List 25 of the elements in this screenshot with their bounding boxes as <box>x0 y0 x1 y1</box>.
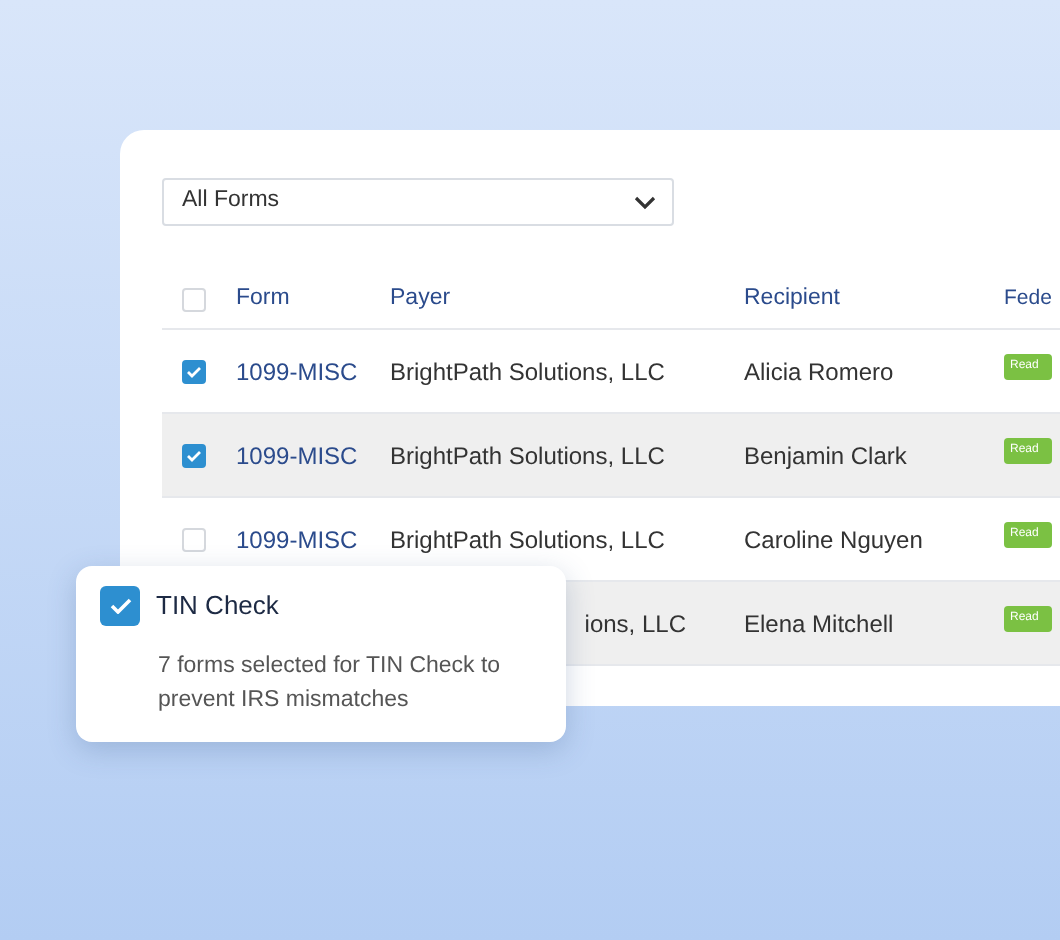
column-header[interactable]: Payer <box>390 286 451 311</box>
recipient-name: Alicia Romero <box>744 357 894 385</box>
recipient-name: Benjamin Clark <box>744 441 907 469</box>
popup-title: TIN Check <box>156 588 279 625</box>
recipient-name: Caroline Nguyen <box>744 525 923 553</box>
form-link[interactable]: 1099-MISC <box>236 357 358 385</box>
form-filter-dropdown[interactable]: All Forms <box>162 178 674 226</box>
payer-name: BrightPath Solutions, LLC <box>390 357 665 385</box>
payer-name: BrightPath Solutions, LLC <box>390 525 665 553</box>
recipient-name: Elena Mitchell <box>744 609 894 637</box>
form-link[interactable]: 1099-MISC <box>236 441 358 469</box>
checkmark-icon <box>186 449 202 461</box>
checkbox[interactable] <box>182 443 206 467</box>
form-link[interactable]: 1099-MISC <box>236 525 358 553</box>
checkmark-icon <box>109 598 131 614</box>
checkbox[interactable] <box>100 586 140 626</box>
column-header[interactable]: Recipient <box>744 286 840 311</box>
column-header[interactable]: Form <box>236 286 290 311</box>
payer-name: BrightPath Solutions, LLC <box>390 441 665 469</box>
chevron-down-icon <box>634 195 656 209</box>
popup-description: 7 forms selected for TIN Check to prevent IRS mismatches <box>158 652 503 716</box>
payer-name: ions, LLC <box>582 607 686 641</box>
checkbox[interactable] <box>182 359 206 383</box>
checkmark-icon <box>186 365 202 377</box>
column-header[interactable]: Fede <box>1004 286 1052 311</box>
